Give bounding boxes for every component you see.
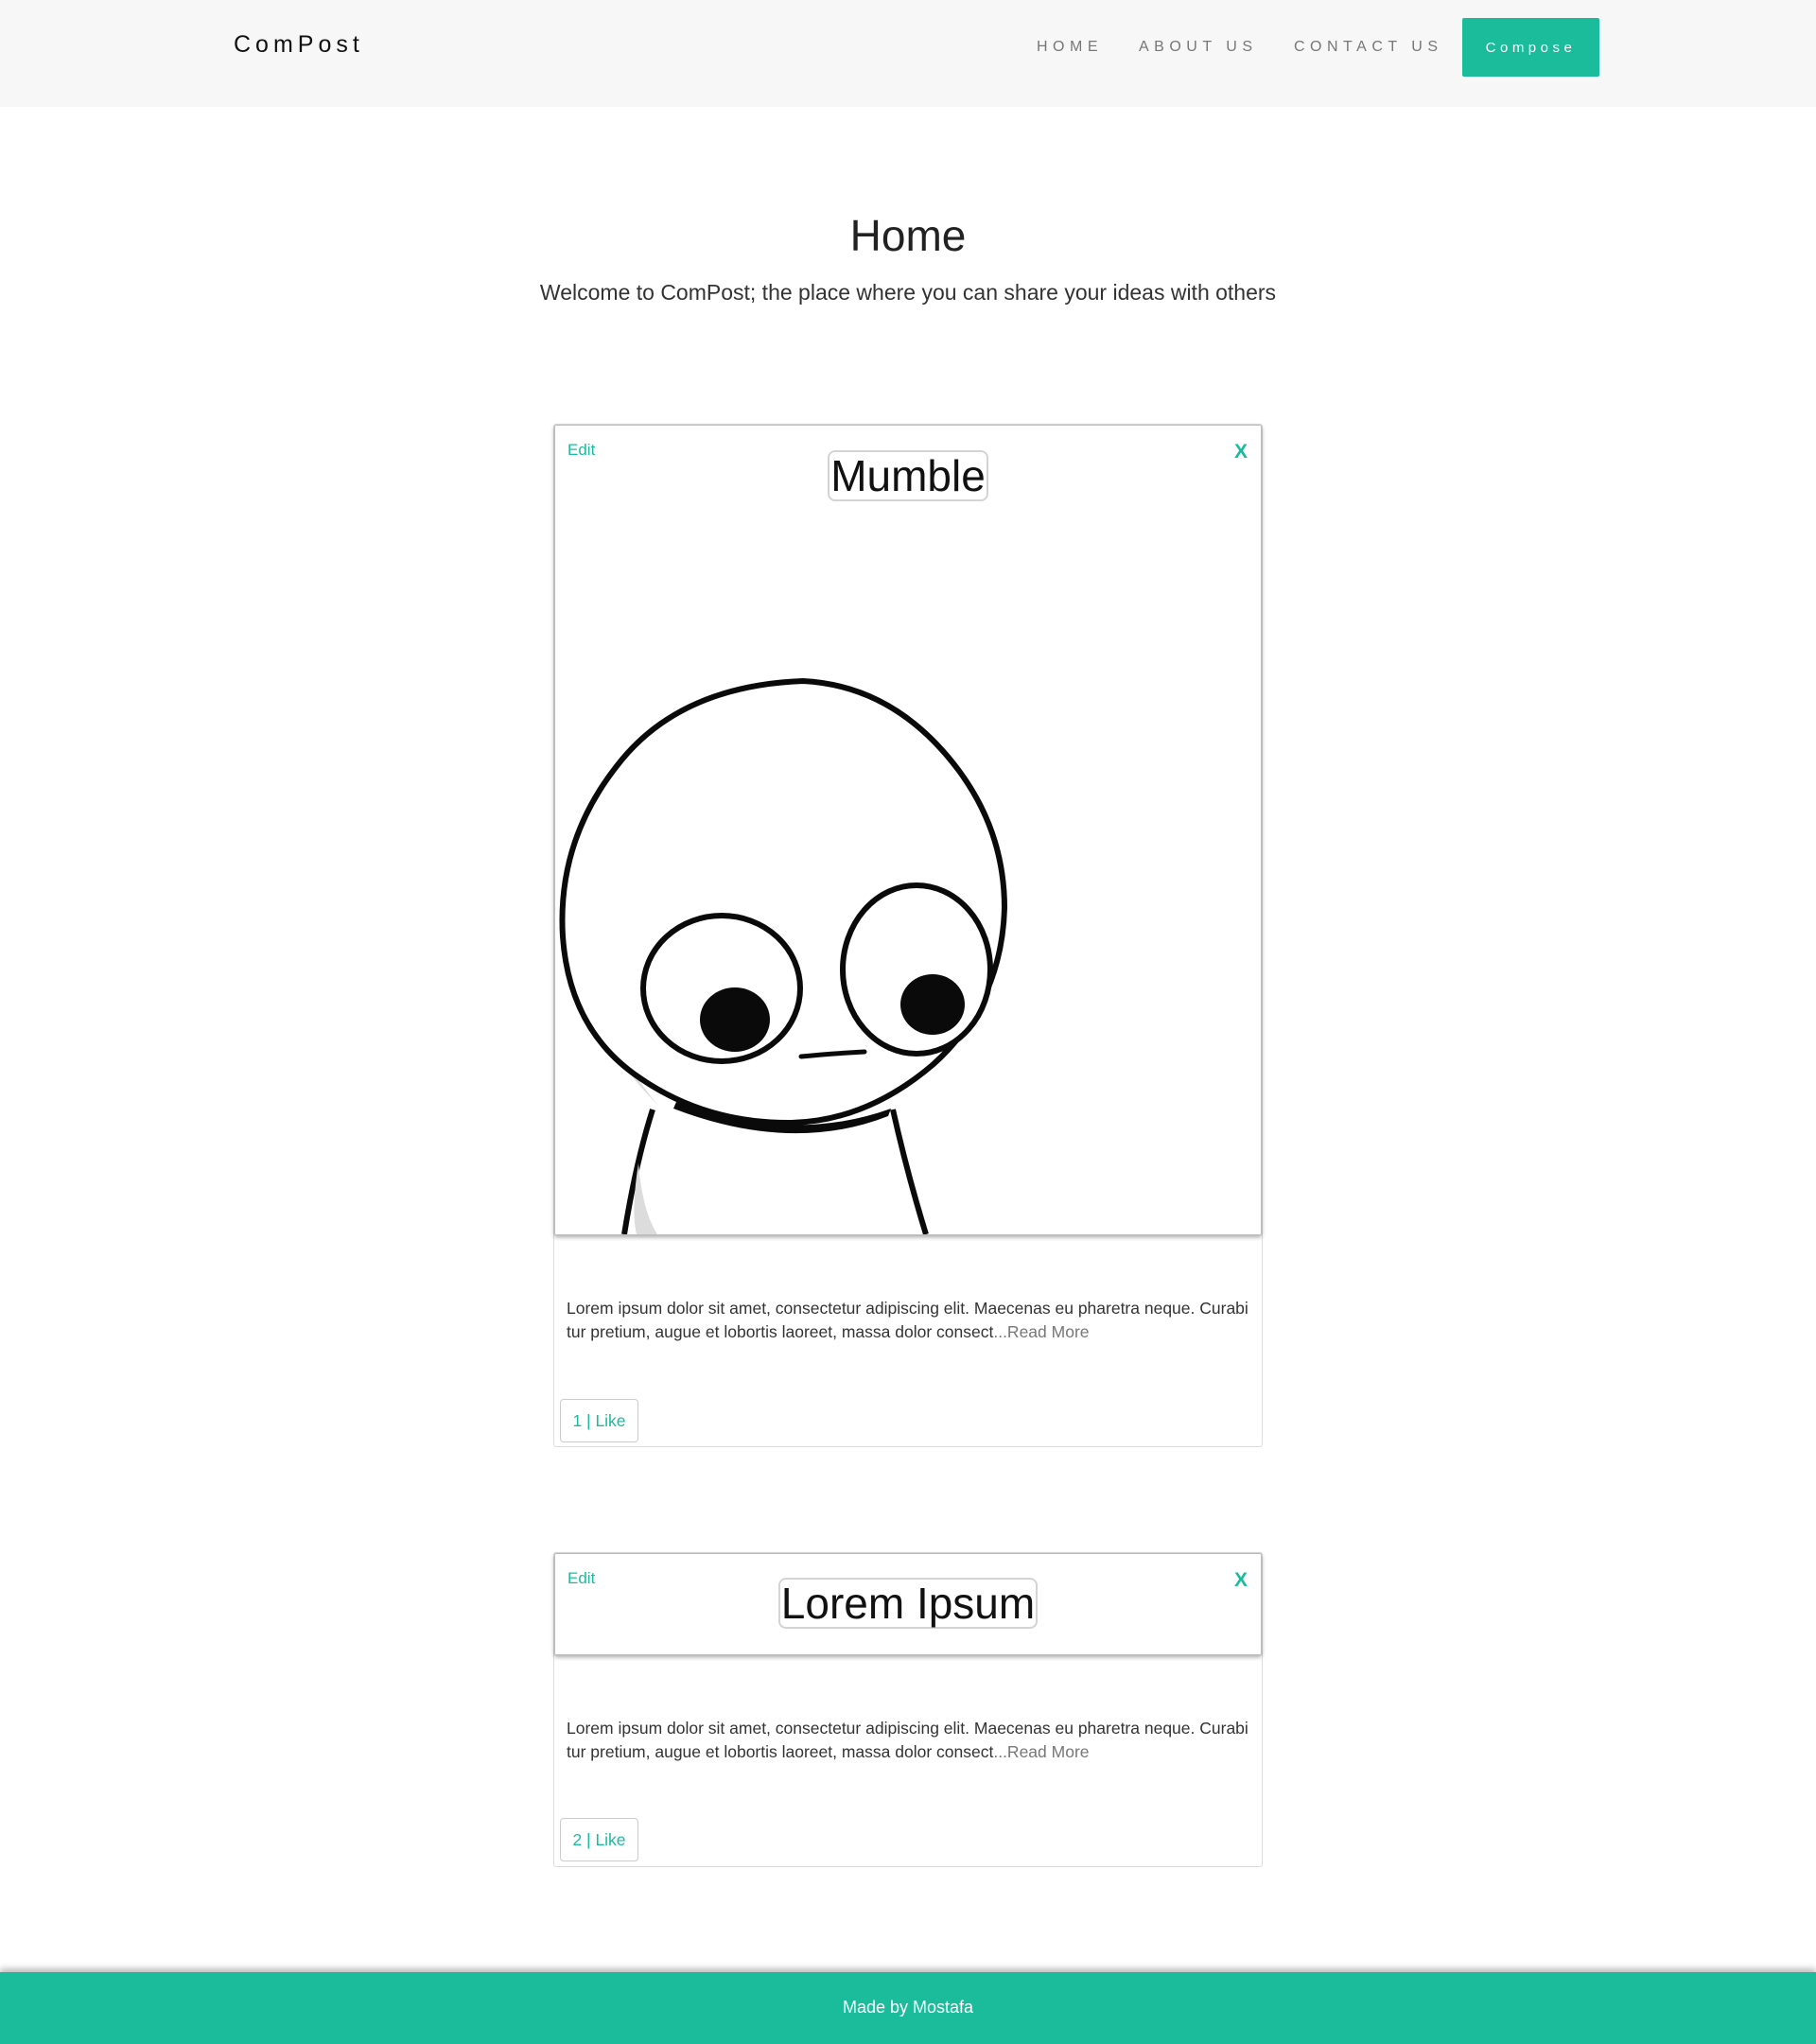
post-excerpt: Lorem ipsum dolor sit amet, consectetur … [567, 1297, 1252, 1344]
read-more-link[interactable]: ...Read More [993, 1322, 1089, 1341]
post-excerpt-text: Lorem ipsum dolor sit amet, consectetur … [567, 1299, 1248, 1341]
post-excerpt-text: Lorem ipsum dolor sit amet, consectetur … [567, 1719, 1248, 1761]
page-subtitle: Welcome to ComPost; the place where you … [539, 280, 1277, 305]
post-card: Edit X Lorem Ipsum Lorem ipsum dolor sit… [553, 1552, 1263, 1867]
like-button[interactable]: 2 | Like [560, 1818, 638, 1861]
page-title: Home [849, 211, 967, 260]
post-header: Edit X Lorem Ipsum [554, 1553, 1262, 1655]
like-button[interactable]: 1 | Like [560, 1399, 638, 1442]
footer: Made by Mostafa [0, 1972, 1816, 2044]
post-header: Edit X Mumble [554, 425, 1262, 1235]
compose-button[interactable]: Compose [1462, 18, 1599, 77]
post-image [559, 677, 1008, 1234]
nav-link-home[interactable]: HOME [1037, 39, 1103, 56]
post-title-text: Lorem Ipsum [777, 1578, 1039, 1629]
brand-logo[interactable]: ComPost [234, 31, 364, 59]
nav-link-contact-us[interactable]: CONTACT US [1294, 39, 1443, 56]
navbar: ComPost HOME ABOUT US CONTACT US Compose [0, 0, 1816, 107]
post-card: Edit X Mumble Lorem ipsum dolor sit amet… [553, 424, 1263, 1447]
read-more-link[interactable]: ...Read More [993, 1742, 1089, 1761]
nav-link-about-us[interactable]: ABOUT US [1139, 39, 1258, 56]
footer-credit: Made by Mostafa [842, 1998, 974, 2017]
post-excerpt: Lorem ipsum dolor sit amet, consectetur … [567, 1717, 1252, 1764]
post-title: Lorem Ipsum [555, 1578, 1261, 1629]
